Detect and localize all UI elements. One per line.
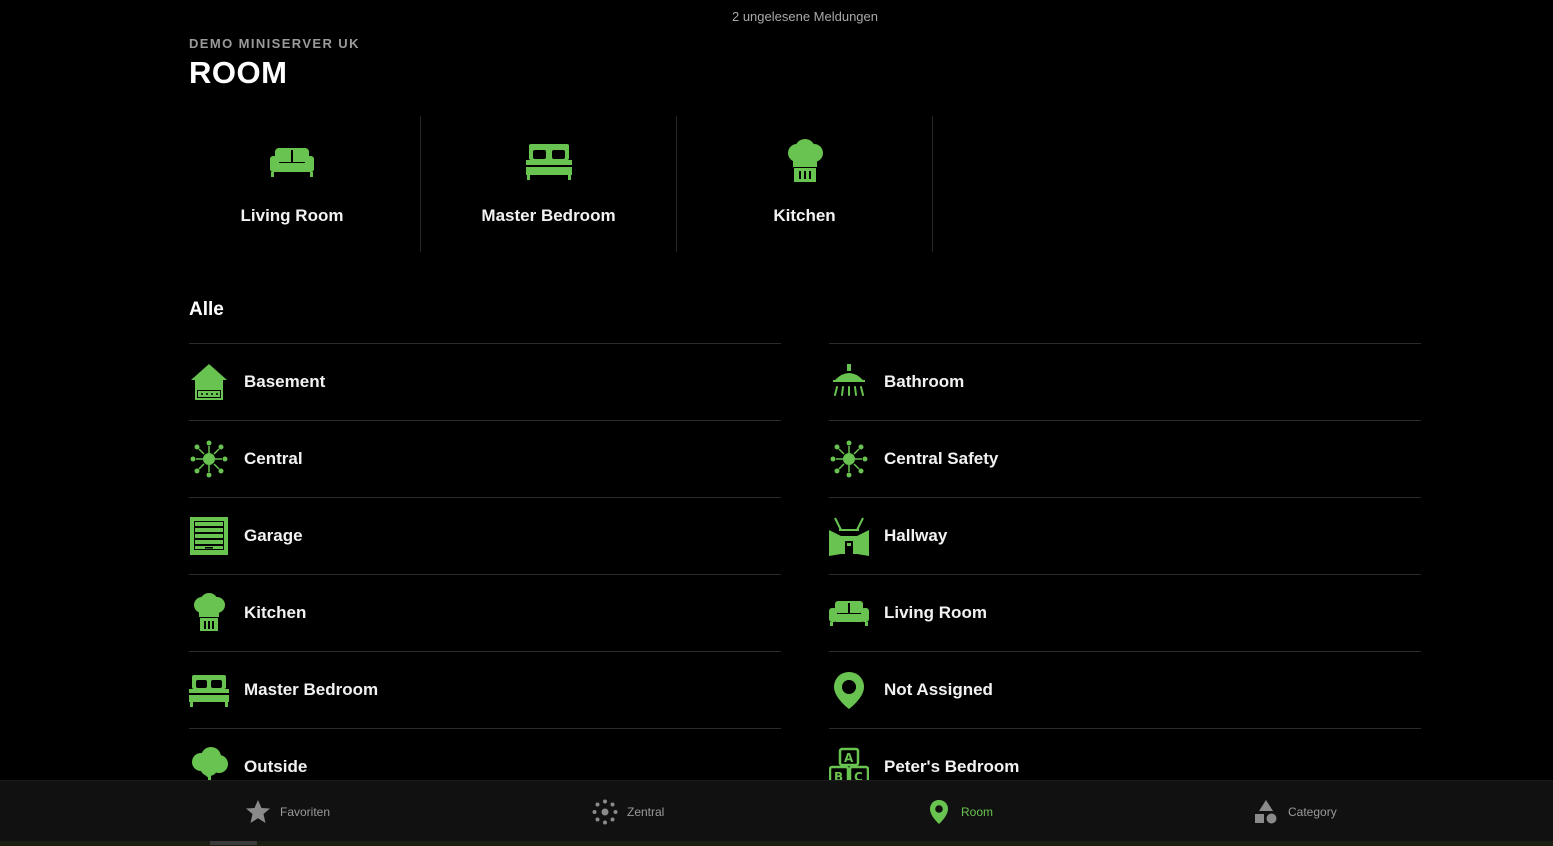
shower-icon [829,362,869,402]
star-icon [245,799,271,825]
bed-icon [189,670,229,710]
favorite-label: Living Room [240,206,344,225]
bottom-strip [0,841,1553,846]
room-row-kitchen[interactable]: Kitchen [189,575,781,652]
room-row-garage[interactable]: Garage [189,498,781,575]
section-title-all: Alle [189,299,224,320]
room-row-central-safety[interactable]: Central Safety [829,421,1421,498]
tab-label: Category [1288,804,1337,819]
room-list-left: Basement Central Garage Kitchen Master B… [189,343,781,806]
room-label: Bathroom [884,372,965,391]
central-hub-icon [829,439,869,479]
location-pin-icon [926,799,952,825]
bottom-tab-bar: Favoriten Zentral Room Category [0,780,1553,842]
central-hub-icon [592,799,618,825]
bed-icon [525,138,573,186]
room-list-right: Bathroom Central Safety Hallway Living R… [829,343,1421,806]
favorite-label: Kitchen [773,206,836,225]
room-label: Garage [244,526,303,545]
hallway-icon [829,516,869,556]
room-row-not-assigned[interactable]: Not Assigned [829,652,1421,729]
garage-door-icon [189,516,229,556]
tab-room[interactable]: Room [926,781,993,842]
sofa-icon [268,138,316,186]
svg-text:A: A [844,751,854,765]
room-row-basement[interactable]: Basement [189,344,781,421]
tab-label: Room [961,804,994,819]
room-label: Kitchen [244,603,307,622]
room-label: Peter's Bedroom [884,757,1020,776]
room-row-hallway[interactable]: Hallway [829,498,1421,575]
room-label: Living Room [884,603,987,622]
location-pin-icon [829,670,869,710]
room-row-bathroom[interactable]: Bathroom [829,344,1421,421]
favorite-label: Master Bedroom [481,206,616,225]
server-name: DEMO MINISERVER UK [189,36,360,51]
sofa-icon [829,593,869,633]
chef-hat-icon [781,138,829,186]
top-bar: 2 ungelesene Meldungen [0,0,1553,34]
page-title: ROOM [189,55,288,90]
tab-category[interactable]: Category [1253,781,1337,842]
tab-label: Zentral [627,804,665,819]
room-label: Basement [244,372,326,391]
room-label: Outside [244,757,308,776]
notifications-link[interactable]: 2 ungelesene Meldungen [0,9,1553,24]
house-icon [189,362,229,402]
favorite-rooms: Living Room Master Bedroom Kitchen [189,116,933,252]
scroll-indicator [210,841,257,845]
room-row-master-bedroom[interactable]: Master Bedroom [189,652,781,729]
central-hub-icon [189,439,229,479]
favorite-living-room[interactable]: Living Room [189,116,421,252]
room-row-central[interactable]: Central [189,421,781,498]
room-label: Central Safety [884,449,999,468]
tab-zentral[interactable]: Zentral [592,781,664,842]
room-label: Central [244,449,303,468]
tab-favoriten[interactable]: Favoriten [245,781,330,842]
room-label: Master Bedroom [244,680,379,699]
room-label: Not Assigned [884,680,993,699]
favorite-master-bedroom[interactable]: Master Bedroom [421,116,677,252]
room-label: Hallway [884,526,948,545]
chef-hat-icon [189,593,229,633]
favorite-kitchen[interactable]: Kitchen [677,116,933,252]
tab-label: Favoriten [280,804,331,819]
room-row-living-room[interactable]: Living Room [829,575,1421,652]
shapes-icon [1253,799,1279,825]
